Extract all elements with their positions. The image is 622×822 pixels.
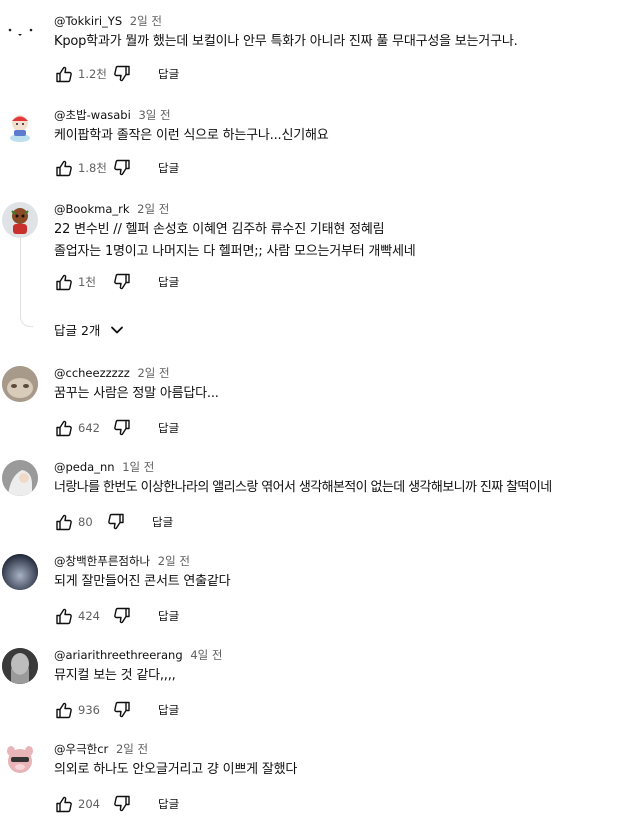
comment-header: @초밥-wasabi 3일 전 bbox=[54, 108, 171, 122]
avatar[interactable] bbox=[2, 648, 38, 684]
thumb-down-icon[interactable] bbox=[114, 419, 132, 437]
avatar[interactable] bbox=[2, 14, 38, 50]
like-count: 424 bbox=[78, 609, 100, 623]
comment-time[interactable]: 2일 전 bbox=[116, 742, 148, 756]
author-handle[interactable]: @초밥-wasabi bbox=[54, 108, 131, 122]
reply-button[interactable]: 답글 bbox=[158, 160, 179, 176]
thumb-up-icon[interactable] bbox=[54, 65, 72, 83]
like-count: 936 bbox=[78, 703, 100, 717]
avatar[interactable] bbox=[2, 202, 38, 238]
comment-text: 케이팝학과 졸작은 이런 식으로 하는구나...신기해요 bbox=[54, 128, 329, 143]
thumb-up-icon[interactable] bbox=[54, 273, 72, 291]
comment-header: @창백한푸른점하나 2일 전 bbox=[54, 554, 190, 568]
view-replies-button[interactable]: 답글 2개 bbox=[54, 320, 124, 339]
comment-header: @Tokkiri_YS 2일 전 bbox=[54, 14, 162, 28]
avatar[interactable] bbox=[2, 554, 38, 590]
like-count: 80 bbox=[78, 515, 93, 529]
comment-header: @ccheezzzzz 2일 전 bbox=[54, 366, 170, 380]
author-handle[interactable]: @ariarithreethreerang bbox=[54, 648, 183, 662]
chevron-down-icon bbox=[111, 326, 124, 333]
thumb-down-icon[interactable] bbox=[114, 795, 132, 813]
thumb-up-icon[interactable] bbox=[54, 513, 72, 531]
avatar[interactable] bbox=[2, 742, 38, 778]
like-count: 204 bbox=[78, 797, 100, 811]
comment-actions: 424 답글 bbox=[54, 606, 179, 626]
comment-text: 뮤지컬 보는 것 같다,,,, bbox=[54, 668, 176, 683]
author-handle[interactable]: @우극한cr bbox=[54, 742, 108, 756]
comment-text-line-2: 졸업자는 1명이고 나머지는 다 헬퍼면;; 사람 모으는거부터 개빡세네 bbox=[54, 244, 416, 259]
author-handle[interactable]: @ccheezzzzz bbox=[54, 366, 130, 380]
thread-connector-line bbox=[20, 234, 33, 327]
thumb-up-icon[interactable] bbox=[54, 159, 72, 177]
comment-time[interactable]: 2일 전 bbox=[130, 14, 162, 28]
thumb-down-icon[interactable] bbox=[114, 607, 132, 625]
comment-time[interactable]: 2일 전 bbox=[137, 366, 169, 380]
replies-count-label: 답글 2개 bbox=[54, 323, 101, 338]
author-handle[interactable]: @Tokkiri_YS bbox=[54, 14, 122, 28]
comment-actions: 1.2천 답글 bbox=[54, 64, 179, 84]
avatar[interactable] bbox=[2, 366, 38, 402]
comment-text: 의외로 하나도 안오글거리고 걍 이쁘게 잘했다 bbox=[54, 762, 298, 777]
comment-actions: 1천 답글 bbox=[54, 272, 179, 292]
comment-time[interactable]: 3일 전 bbox=[138, 108, 170, 122]
thumb-down-icon[interactable] bbox=[114, 273, 132, 291]
reply-button[interactable]: 답글 bbox=[158, 274, 179, 290]
comment-text: 되게 잘만들어진 콘서트 연출같다 bbox=[54, 574, 231, 589]
like-count: 1.2천 bbox=[78, 67, 107, 81]
like-count: 1.8천 bbox=[78, 161, 107, 175]
comment-header: @peda_nn 1일 전 bbox=[54, 460, 154, 474]
comment-text: 22 변수빈 // 헬퍼 손성호 이혜연 김주하 류수진 기태현 정혜림 bbox=[54, 222, 385, 237]
author-handle[interactable]: @창백한푸른점하나 bbox=[54, 554, 150, 568]
author-handle[interactable]: @Bookma_rk bbox=[54, 202, 130, 216]
comment-text: 꿈꾸는 사람은 정말 아름답다... bbox=[54, 386, 219, 401]
thumb-up-icon[interactable] bbox=[54, 795, 72, 813]
thumb-down-icon[interactable] bbox=[114, 159, 132, 177]
comment-actions: 80 답글 bbox=[54, 512, 173, 532]
reply-button[interactable]: 답글 bbox=[158, 66, 179, 82]
comment-header: @ariarithreethreerang 4일 전 bbox=[54, 648, 222, 662]
like-count: 1천 bbox=[78, 275, 96, 289]
reply-button[interactable]: 답글 bbox=[158, 608, 179, 624]
like-count: 642 bbox=[78, 421, 100, 435]
reply-button[interactable]: 답글 bbox=[152, 514, 173, 530]
comment-time[interactable]: 2일 전 bbox=[158, 554, 190, 568]
comment-actions: 204 답글 bbox=[54, 794, 179, 814]
thumb-up-icon[interactable] bbox=[54, 419, 72, 437]
comment-header: @우극한cr 2일 전 bbox=[54, 742, 148, 756]
reply-button[interactable]: 답글 bbox=[158, 702, 179, 718]
thumb-up-icon[interactable] bbox=[54, 607, 72, 625]
comment-time[interactable]: 2일 전 bbox=[137, 202, 169, 216]
comment-text: Kpop학과가 뭘까 했는데 보컬이나 안무 특화가 아니라 진짜 풀 무대구성… bbox=[54, 34, 518, 49]
comment-actions: 642 답글 bbox=[54, 418, 179, 438]
comment-actions: 936 답글 bbox=[54, 700, 179, 720]
thumb-up-icon[interactable] bbox=[54, 701, 72, 719]
comment-time[interactable]: 4일 전 bbox=[190, 648, 222, 662]
avatar[interactable] bbox=[2, 108, 38, 144]
thumb-down-icon[interactable] bbox=[114, 65, 132, 83]
reply-button[interactable]: 답글 bbox=[158, 796, 179, 812]
comment-header: @Bookma_rk 2일 전 bbox=[54, 202, 169, 216]
reply-button[interactable]: 답글 bbox=[158, 420, 179, 436]
comment-actions: 1.8천 답글 bbox=[54, 158, 179, 178]
comment-time[interactable]: 1일 전 bbox=[122, 460, 154, 474]
avatar[interactable] bbox=[2, 460, 38, 496]
comment-text: 너랑나를 한번도 이상한나라의 앨리스랑 엮어서 생각해본적이 없는데 생각해보… bbox=[54, 480, 552, 495]
thumb-down-icon[interactable] bbox=[108, 513, 126, 531]
thumb-down-icon[interactable] bbox=[114, 701, 132, 719]
author-handle[interactable]: @peda_nn bbox=[54, 460, 115, 474]
